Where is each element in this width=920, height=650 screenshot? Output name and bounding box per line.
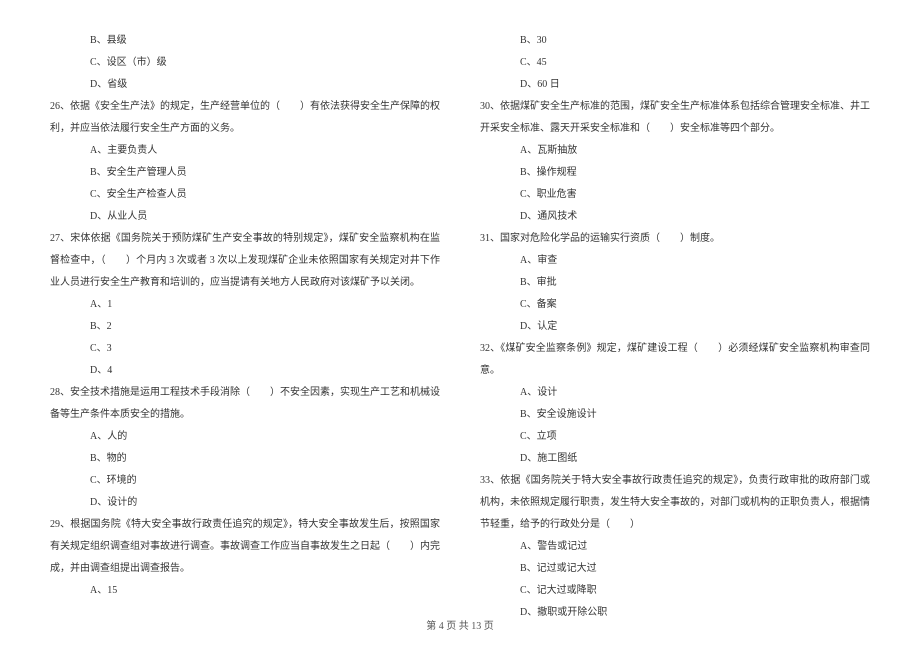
option-25c: C、设区（市）级 <box>50 52 440 74</box>
option-33c: C、记大过或降职 <box>480 580 870 602</box>
question-26: 26、依据《安全生产法》的规定，生产经营单位的（ ）有依法获得安全生产保障的权利… <box>50 96 440 140</box>
option-33a: A、警告或记过 <box>480 536 870 558</box>
option-31c: C、备案 <box>480 294 870 316</box>
question-31: 31、国家对危险化学品的运输实行资质（ ）制度。 <box>480 228 870 250</box>
option-29d: D、60 日 <box>480 74 870 96</box>
option-31b: B、审批 <box>480 272 870 294</box>
content-columns: B、县级 C、设区（市）级 D、省级 26、依据《安全生产法》的规定，生产经营单… <box>50 30 870 610</box>
question-27: 27、宋体依据《国务院关于预防煤矿生产安全事故的特别规定》，煤矿安全监察机构在监… <box>50 228 440 294</box>
question-32: 32、《煤矿安全监察条例》规定，煤矿建设工程（ ）必须经煤矿安全监察机构审查同意… <box>480 338 870 382</box>
option-26a: A、主要负责人 <box>50 140 440 162</box>
option-29a: A、15 <box>50 580 440 602</box>
option-26b: B、安全生产管理人员 <box>50 162 440 184</box>
question-30: 30、依据煤矿安全生产标准的范围，煤矿安全生产标准体系包括综合管理安全标准、井工… <box>480 96 870 140</box>
option-32a: A、设计 <box>480 382 870 404</box>
option-29b: B、30 <box>480 30 870 52</box>
left-column: B、县级 C、设区（市）级 D、省级 26、依据《安全生产法》的规定，生产经营单… <box>50 30 440 610</box>
page-footer: 第 4 页 共 13 页 <box>0 617 920 632</box>
question-29: 29、根据国务院《特大安全事故行政责任追究的规定》，特大安全事故发生后，按照国家… <box>50 514 440 580</box>
option-26c: C、安全生产检查人员 <box>50 184 440 206</box>
question-28: 28、安全技术措施是运用工程技术手段消除（ ）不安全因素，实现生产工艺和机械设备… <box>50 382 440 426</box>
option-28a: A、人的 <box>50 426 440 448</box>
option-32d: D、施工图纸 <box>480 448 870 470</box>
option-29c: C、45 <box>480 52 870 74</box>
question-33: 33、依据《国务院关于特大安全事故行政责任追究的规定》，负责行政审批的政府部门或… <box>480 470 870 536</box>
option-30d: D、通风技术 <box>480 206 870 228</box>
option-30b: B、操作规程 <box>480 162 870 184</box>
option-28c: C、环境的 <box>50 470 440 492</box>
option-25d: D、省级 <box>50 74 440 96</box>
option-32c: C、立项 <box>480 426 870 448</box>
right-column: B、30 C、45 D、60 日 30、依据煤矿安全生产标准的范围，煤矿安全生产… <box>480 30 870 610</box>
option-30c: C、职业危害 <box>480 184 870 206</box>
option-32b: B、安全设施设计 <box>480 404 870 426</box>
option-30a: A、瓦斯抽放 <box>480 140 870 162</box>
option-28b: B、物的 <box>50 448 440 470</box>
option-26d: D、从业人员 <box>50 206 440 228</box>
option-27b: B、2 <box>50 316 440 338</box>
option-31a: A、审查 <box>480 250 870 272</box>
option-31d: D、认定 <box>480 316 870 338</box>
option-28d: D、设计的 <box>50 492 440 514</box>
option-27d: D、4 <box>50 360 440 382</box>
option-27a: A、1 <box>50 294 440 316</box>
option-27c: C、3 <box>50 338 440 360</box>
option-33b: B、记过或记大过 <box>480 558 870 580</box>
option-25b: B、县级 <box>50 30 440 52</box>
